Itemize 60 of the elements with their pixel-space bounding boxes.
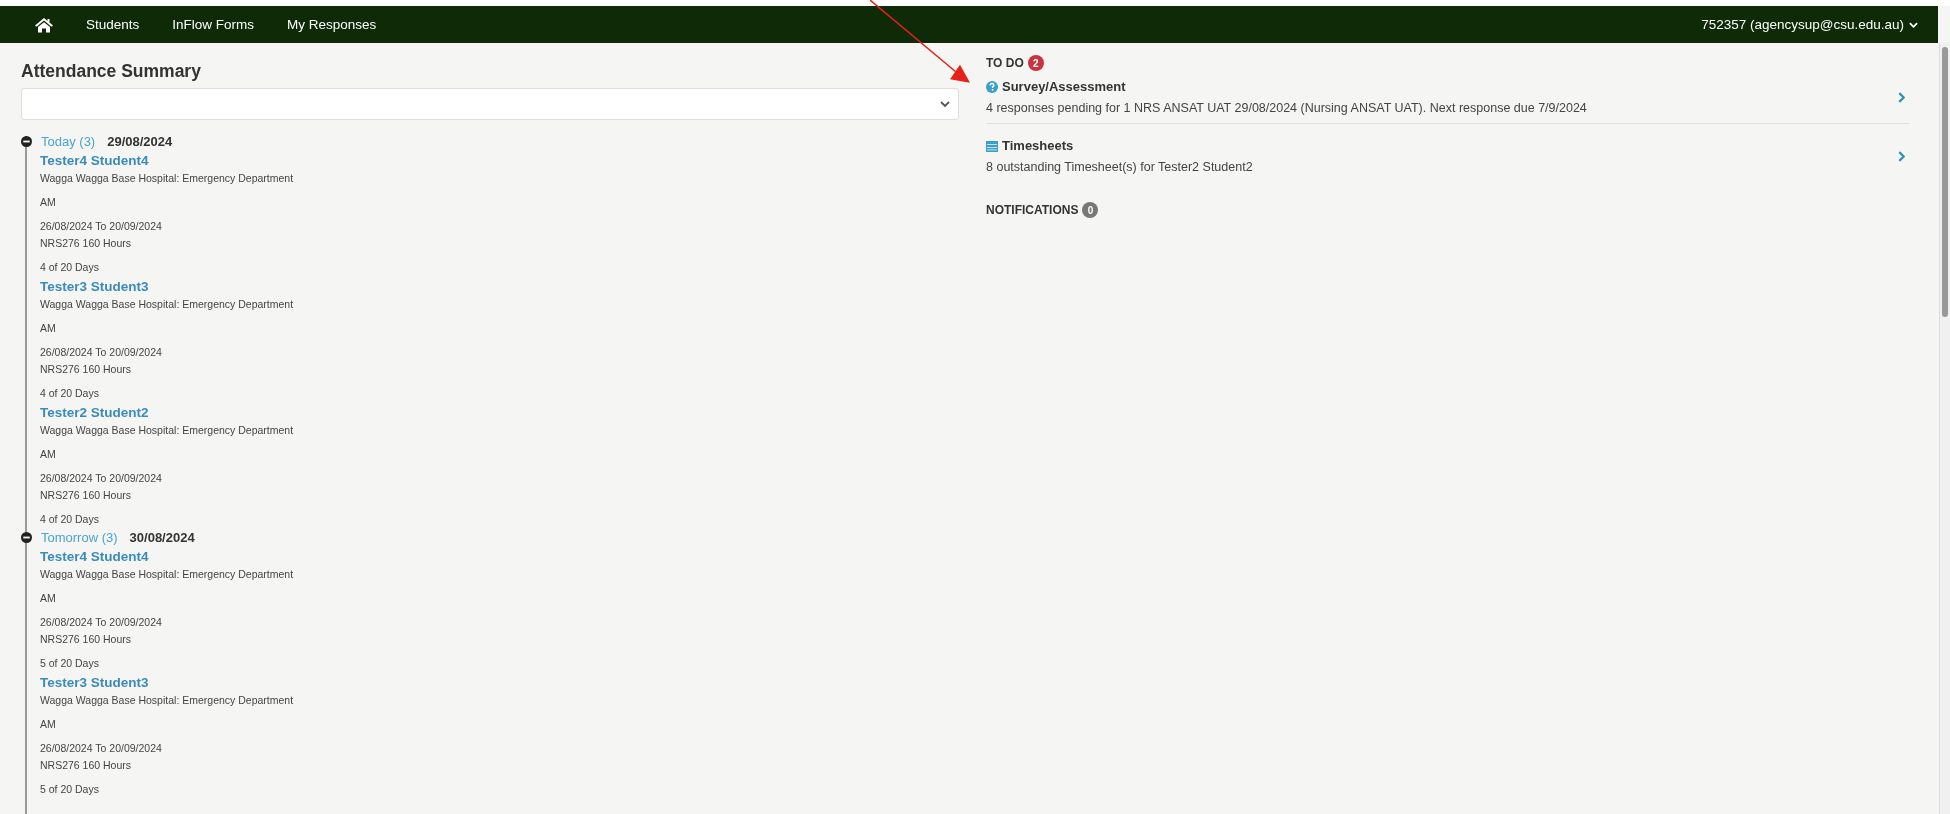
session-text: AM <box>40 447 56 462</box>
placement-location: Wagga Wagga Base Hospital: Emergency Department <box>40 693 294 708</box>
unit-text: NRS276 160 Hours <box>40 488 132 503</box>
student-link[interactable]: Tester3 Student3 <box>40 674 149 692</box>
session-text: AM <box>40 591 56 606</box>
chevron-right-icon <box>1898 150 1905 162</box>
scrollbar-thumb[interactable] <box>1942 47 1948 317</box>
progress-text: 4 of 20 Days <box>40 512 99 527</box>
home-icon[interactable] <box>34 16 54 33</box>
section-title: NOTIFICATIONS <box>986 203 1079 217</box>
group-link[interactable]: Today (3) <box>41 133 96 149</box>
count-badge: 2 <box>1027 55 1044 71</box>
placement-location: Wagga Wagga Base Hospital: Emergency Department <box>40 423 294 438</box>
todo-title: Timesheets <box>1002 138 1074 153</box>
chevron-down-icon <box>940 101 950 107</box>
count-badge: 0 <box>1082 202 1099 218</box>
caret-icon <box>1909 21 1918 28</box>
question-icon <box>986 80 998 93</box>
todo-item[interactable]: Survey/Assessment 4 responses pending for 1 NRS ANSAT UAT 29/08/2024 (Nursing ANSAT UAT). Next response due 7/9/2024 <box>986 73 1909 124</box>
group-date: 29/08/2024 <box>107 133 173 149</box>
date-range: 26/08/2024 To 20/09/2024 <box>40 615 162 630</box>
scrollbar[interactable] <box>1939 43 1950 814</box>
unit-text: NRS276 160 Hours <box>40 632 132 647</box>
group-link[interactable]: Tomorrow (3) <box>41 529 118 545</box>
todo-title: Survey/Assessment <box>1002 79 1126 94</box>
group-date: 30/08/2024 <box>129 529 195 545</box>
student-link[interactable]: Tester4 Student4 <box>40 152 149 170</box>
collapse-icon[interactable] <box>21 135 32 147</box>
todo-description: 8 outstanding Timesheet(s) for Tester2 Student2 <box>986 160 1253 174</box>
calendar-icon <box>986 139 998 152</box>
date-range: 26/08/2024 To 20/09/2024 <box>40 219 162 234</box>
unit-text: NRS276 160 Hours <box>40 362 132 377</box>
placement-location: Wagga Wagga Base Hospital: Emergency Department <box>40 171 294 186</box>
todo-description: 4 responses pending for 1 NRS ANSAT UAT 29/08/2024 (Nursing ANSAT UAT). Next response due 7/9/2024 <box>986 101 1587 115</box>
progress-text: 4 of 20 Days <box>40 386 99 401</box>
section-title: Attendance Summary <box>21 61 202 82</box>
chevron-right-icon <box>1898 91 1905 103</box>
date-range: 26/08/2024 To 20/09/2024 <box>40 471 162 486</box>
todo-item[interactable]: Timesheets 8 outstanding Timesheet(s) for Tester2 Student2 <box>986 132 1909 182</box>
nav-link[interactable]: Students <box>86 17 140 32</box>
progress-text: 4 of 20 Days <box>40 260 99 275</box>
nav-link[interactable]: InFlow Forms <box>172 17 255 32</box>
nav-link[interactable]: My Responses <box>287 17 377 32</box>
section-title: TO DO <box>986 56 1024 70</box>
unit-text: NRS276 160 Hours <box>40 236 132 251</box>
student-link[interactable]: Tester4 Student4 <box>40 548 149 566</box>
session-text: AM <box>40 717 56 732</box>
user-menu[interactable]: 752357 (agencysup@csu.edu.au) <box>1701 17 1918 32</box>
placement-location: Wagga Wagga Base Hospital: Emergency Department <box>40 567 294 582</box>
session-text: AM <box>40 321 56 336</box>
collapse-icon[interactable] <box>21 531 32 543</box>
session-text: AM <box>40 195 56 210</box>
unit-text: NRS276 160 Hours <box>40 758 132 773</box>
placement-location: Wagga Wagga Base Hospital: Emergency Department <box>40 297 294 312</box>
date-range: 26/08/2024 To 20/09/2024 <box>40 345 162 360</box>
progress-text: 5 of 20 Days <box>40 782 99 797</box>
date-range: 26/08/2024 To 20/09/2024 <box>40 741 162 756</box>
progress-text: 5 of 20 Days <box>40 656 99 671</box>
student-link[interactable]: Tester3 Student3 <box>40 278 149 296</box>
student-link[interactable]: Tester2 Student2 <box>40 404 149 422</box>
